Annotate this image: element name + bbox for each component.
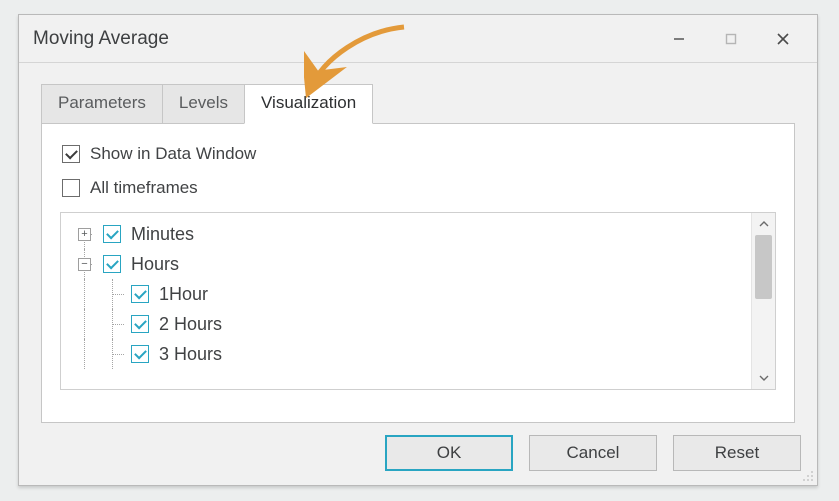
reset-button[interactable]: Reset: [673, 435, 801, 471]
cancel-button[interactable]: Cancel: [529, 435, 657, 471]
maximize-button[interactable]: [705, 17, 757, 61]
tree-checkbox[interactable]: [131, 285, 149, 303]
minimize-button[interactable]: [653, 17, 705, 61]
tree-item-3hours[interactable]: 3 Hours: [75, 339, 745, 369]
scroll-up-icon[interactable]: [752, 213, 776, 235]
ok-button[interactable]: OK: [385, 435, 513, 471]
close-button[interactable]: [757, 17, 809, 61]
moving-average-dialog: Moving Average Parameters Levels Visuali…: [18, 14, 818, 486]
titlebar: Moving Average: [19, 15, 817, 63]
tab-content: Show in Data Window All timeframes + Min…: [41, 123, 795, 423]
window-title: Moving Average: [33, 28, 169, 50]
all-timeframes-checkbox[interactable]: [62, 179, 80, 197]
show-in-data-window-checkbox[interactable]: [62, 145, 80, 163]
tree-checkbox[interactable]: [103, 255, 121, 273]
all-timeframes-label: All timeframes: [90, 178, 198, 198]
resize-grip-icon[interactable]: [801, 469, 815, 483]
tree-item-1hour[interactable]: 1Hour: [75, 279, 745, 309]
expand-icon-plus[interactable]: +: [78, 228, 91, 241]
tabs-wrap: Parameters Levels Visualization Show in …: [19, 63, 817, 423]
tree-scrollbar[interactable]: [751, 213, 775, 389]
expand-icon-minus[interactable]: −: [78, 258, 91, 271]
scroll-track[interactable]: [752, 235, 775, 367]
tree-checkbox[interactable]: [103, 225, 121, 243]
tree-item-hours[interactable]: − Hours: [75, 249, 745, 279]
tree-item-2hours[interactable]: 2 Hours: [75, 309, 745, 339]
tree-item-label: Minutes: [131, 224, 194, 245]
tree-item-label: 1Hour: [159, 284, 208, 305]
show-in-data-window-row[interactable]: Show in Data Window: [62, 144, 776, 164]
tree-item-label: 2 Hours: [159, 314, 222, 335]
timeframes-tree: + Minutes − Hours: [60, 212, 776, 390]
tree-item-label: Hours: [131, 254, 179, 275]
tabs: Parameters Levels Visualization: [41, 83, 795, 123]
scroll-down-icon[interactable]: [752, 367, 776, 389]
tree-checkbox[interactable]: [131, 315, 149, 333]
tree-item-minutes[interactable]: + Minutes: [75, 219, 745, 249]
tab-parameters[interactable]: Parameters: [41, 84, 163, 124]
tree-item-label: 3 Hours: [159, 344, 222, 365]
tree-checkbox[interactable]: [131, 345, 149, 363]
show-in-data-window-label: Show in Data Window: [90, 144, 256, 164]
all-timeframes-row[interactable]: All timeframes: [62, 178, 776, 198]
button-bar: OK Cancel Reset: [385, 435, 801, 471]
tab-levels[interactable]: Levels: [162, 84, 245, 124]
scroll-thumb[interactable]: [755, 235, 772, 299]
tab-visualization[interactable]: Visualization: [244, 84, 373, 124]
